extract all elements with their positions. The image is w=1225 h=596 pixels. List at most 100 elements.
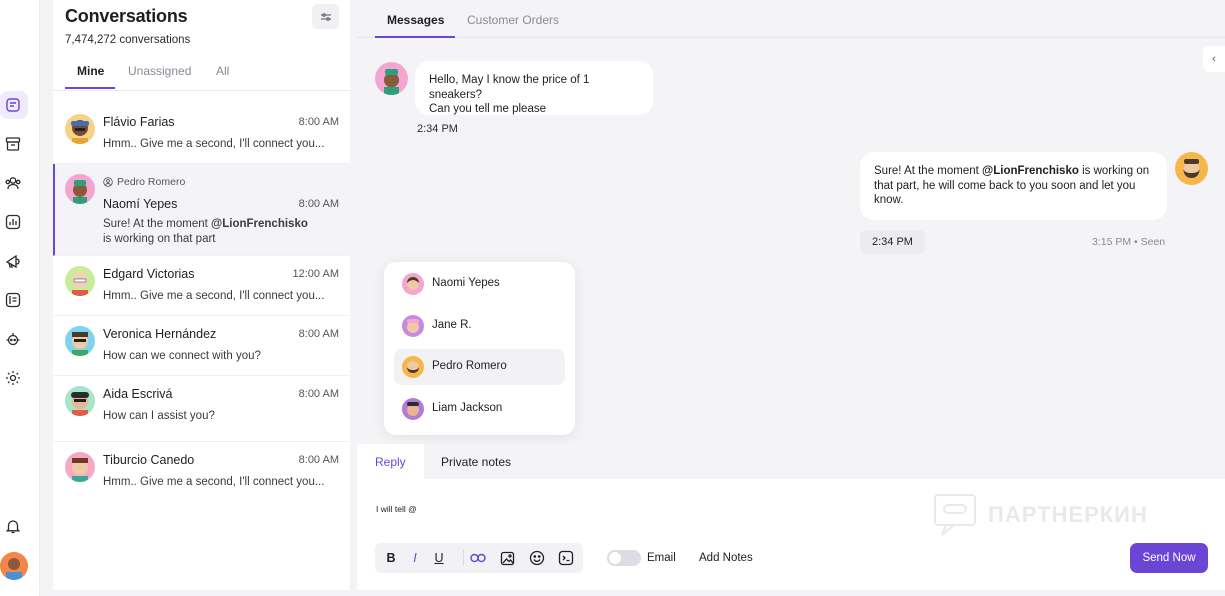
mention-text: @LionFrenchisko [982,165,1079,177]
reply-composer: Reply Private notes I will tell @ ПАРТНЕ… [357,444,1225,590]
filter-button[interactable] [312,4,339,29]
email-toggle-label: Email [647,552,676,564]
conversation-item[interactable]: Tiburcio Canedo 8:00 AM Hmm.. Give me a … [53,442,350,502]
email-toggle[interactable] [607,550,641,566]
tab-mine[interactable]: Mine [77,64,104,78]
outgoing-message-bubble: Sure! At the moment @LionFrenchisko is w… [860,152,1167,220]
avatar [65,174,95,204]
avatar [402,315,424,337]
mention-option-highlighted[interactable]: Pedro Romero [394,349,565,385]
filter-icon [320,12,331,21]
avatar [65,326,95,356]
mention-option[interactable]: Jane R. [394,308,565,344]
add-notes-button[interactable]: Add Notes [699,552,753,564]
terminal-icon [558,550,574,566]
preview-text: Sure! At the moment [103,218,212,230]
archive-icon[interactable] [4,135,22,153]
assignee-line: Pedro Romero [103,176,185,188]
emoji-button[interactable] [527,548,547,568]
message-text: Sure! At the moment [874,165,983,177]
link-button[interactable] [468,548,488,568]
avatar [65,386,95,416]
collapse-button[interactable]: ‹ [1203,46,1225,72]
divider [53,90,350,91]
bold-button[interactable]: B [381,548,401,568]
conversation-filter-tabs: Mine Unassigned All [65,56,350,90]
tab-messages[interactable]: Messages [387,13,444,27]
chevron-left-icon: ‹ [1212,53,1216,65]
message-time: 8:00 AM [298,116,339,128]
link-icon [470,553,486,563]
bell-icon[interactable] [4,517,22,535]
message-preview: Hmm.. Give me a second, I'll connect you… [103,476,325,488]
seen-status: 3:15 PM • Seen [1092,236,1166,248]
mention-option[interactable]: Liam Jackson [394,391,565,427]
conversation-item[interactable]: Flávio Farias 8:00 AM Hmm.. Give me a se… [53,104,350,164]
incoming-message-bubble: Hello, May I know the price of 1 sneaker… [415,61,653,115]
tab-private-notes[interactable]: Private notes [423,444,529,479]
tab-customer-orders[interactable]: Customer Orders [467,13,559,27]
active-tab-indicator [65,87,115,89]
contact-name: Edgard Victorias [103,267,195,281]
avatar [65,114,95,144]
preview-mention: @LionFrenchisko [211,218,308,230]
mention-option[interactable]: Naomi Yepes [394,266,565,302]
tab-all[interactable]: All [216,64,229,78]
left-rail [0,0,40,596]
tab-reply[interactable]: Reply [357,444,424,479]
send-button[interactable]: Send Now [1130,543,1208,573]
message-preview: How can I assist you? [103,410,215,422]
bot-icon[interactable] [4,330,22,348]
message-time: 8:00 AM [298,328,339,340]
avatar [402,398,424,420]
message-preview-line2: is working on that part [103,233,216,245]
conversations-title: Conversations [65,6,188,26]
chat-area: Messages Customer Orders ‹ Hello, May I … [357,0,1225,442]
message-time: 2:34 PM [417,123,458,135]
contacts-icon[interactable] [4,174,22,192]
knowledge-icon[interactable] [4,291,22,309]
reply-input[interactable]: I will tell @ [376,504,417,514]
tab-unassigned[interactable]: Unassigned [128,64,191,78]
avatar [65,452,95,482]
contact-name: Veronica Hernández [103,327,217,341]
inbox-icon[interactable] [0,91,28,119]
conversation-item[interactable]: Veronica Hernández 8:00 AM How can we co… [53,316,350,376]
active-tab-indicator [375,36,455,38]
avatar [402,273,424,295]
settings-icon[interactable] [4,369,22,387]
conversation-item-selected[interactable]: Pedro Romero Naomí Yepes 8:00 AM Sure! A… [53,164,350,256]
underline-button[interactable]: U [429,548,449,568]
message-time: 8:00 AM [298,388,339,400]
code-button[interactable] [556,548,576,568]
image-icon [500,551,514,565]
time-pill: 2:34 PM [860,230,925,254]
user-avatar[interactable] [0,552,28,580]
conversations-panel: Conversations 7,474,272 conversations Mi… [53,0,350,590]
watermark-logo-icon [934,494,976,536]
contact-name: Naomí Yepes [103,197,178,211]
conversation-item[interactable]: Edgard Victorias 12:00 AM Hmm.. Give me … [53,256,350,316]
conversation-item[interactable]: Aida Escrivá 8:00 AM How can I assist yo… [53,376,350,442]
message-line: Can you tell me please [429,103,546,115]
reports-icon[interactable] [4,213,22,231]
image-button[interactable] [497,548,517,568]
message-preview: Hmm.. Give me a second, I'll connect you… [103,138,325,150]
agent-avatar [1175,152,1208,185]
contact-name: Tiburcio Canedo [103,453,195,467]
mention-name: Naomi Yepes [432,277,500,289]
assignee-name: Pedro Romero [117,176,186,188]
composer-tabs: Reply Private notes [357,444,1225,479]
contact-name: Aida Escrivá [103,387,173,401]
mention-name: Jane R. [432,319,472,331]
message-time: 12:00 AM [292,268,339,280]
emoji-icon [529,550,545,566]
avatar [65,266,95,296]
conversation-list: Flávio Farias 8:00 AM Hmm.. Give me a se… [53,104,350,502]
message-line: Hello, May I know the price of 1 sneaker… [429,74,590,101]
mention-name: Liam Jackson [432,402,503,414]
campaigns-icon[interactable] [4,252,22,270]
watermark-text: ПАРТНЕРКИН [988,502,1148,527]
message-preview: How can we connect with you? [103,350,261,362]
italic-button[interactable]: I [405,548,425,568]
